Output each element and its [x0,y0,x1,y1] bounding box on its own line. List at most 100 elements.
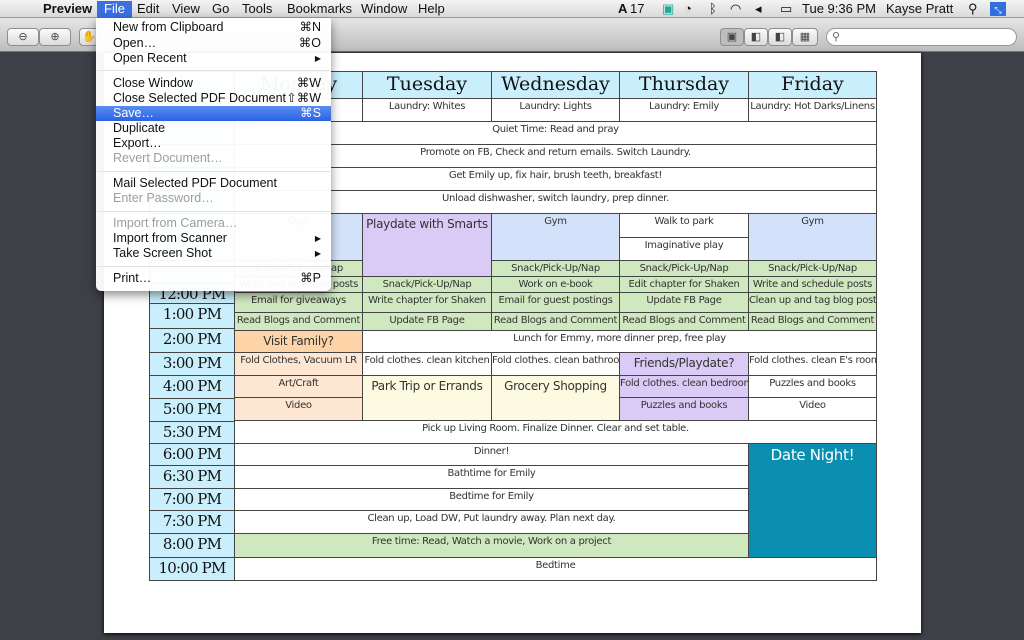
menu-item-save[interactable]: Save… ⌘S [96,106,331,121]
fri-video: Video [748,397,877,421]
menu-item-duplicate[interactable]: Duplicate [96,121,331,136]
menu-separator [97,70,330,71]
menu-item-label: Export… [113,136,162,150]
date-night: Date Night! [748,443,877,558]
menu-item-label: Open… [113,36,157,50]
laundry-friday: Laundry: Hot Darks/Linens [748,98,877,122]
zoom-out-button[interactable]: ⊖ [7,28,39,46]
view-contact-sheet-button[interactable]: ▦ [792,28,818,46]
menu-item-label: Close Window [113,76,193,90]
menu-item-export[interactable]: Export… [96,136,331,151]
menu-item-mail-selected-pdf-document[interactable]: Mail Selected PDF Document [96,176,331,191]
search-input[interactable]: ⚲ [826,28,1017,46]
menu-bookmarks[interactable]: Bookmarks [280,1,359,18]
menu-item-open[interactable]: Open… ⌘O [96,36,331,51]
menu-item-label: Mail Selected PDF Document [113,176,277,190]
search-icon: ⚲ [832,31,841,43]
thu-puzzles: Puzzles and books [619,397,749,421]
tue-park: Park Trip or Errands [362,375,492,421]
app-menu[interactable]: Preview [36,1,99,18]
view-thumbnails-button[interactable]: ◧ [744,28,768,46]
menu-item-import-from-scanner[interactable]: Import from Scanner ▶ [96,231,331,246]
menu-separator [97,266,330,267]
shortcut: ⌘S [300,106,321,120]
menu-item-label: Enter Password… [113,191,214,205]
submenu-arrow-icon: ▶ [314,249,321,258]
menu-separator [97,171,330,172]
menu-file[interactable]: File [97,1,132,18]
battery-icon[interactable]: ▭ [778,1,794,18]
fri-tag: Clean up and tag blog posts [748,292,877,313]
time-slot: 4:00 PM [149,375,235,399]
menu-item-revert-document[interactable]: Revert Document… [96,151,331,166]
wed-snack: Snack/Pick-Up/Nap [491,260,620,277]
mon-video: Video [234,397,363,421]
pickup: Pick up Living Room. Finalize Dinner. Cl… [234,420,877,444]
clock[interactable]: Tue 9:36 PM [800,1,878,18]
menu-tools[interactable]: Tools [235,1,279,18]
menu-view[interactable]: View [165,1,207,18]
time-slot: 3:00 PM [149,352,235,376]
laundry-wednesday: Laundry: Lights [491,98,620,122]
time-machine-icon[interactable]: ◔ [682,1,694,18]
calendar-app-icon[interactable]: ▣ [660,1,676,18]
menu-edit[interactable]: Edit [130,1,166,18]
menu-item-print[interactable]: Print… ⌘P [96,271,331,286]
volume-icon[interactable]: ◂ [753,1,764,18]
fri-snack: Snack/Pick-Up/Nap [748,260,877,277]
menu-item-label: Take Screen Shot [113,246,212,260]
menu-item-close-selected-pdf-document[interactable]: Close Selected PDF Document ⇧⌘W [96,91,331,106]
tue-playdate: Playdate with Smarts [362,213,492,277]
menu-go[interactable]: Go [205,1,236,18]
fri-gym: Gym [748,213,877,261]
menu-window[interactable]: Window [354,1,414,18]
view-content-only-button[interactable]: ▣ [720,28,744,46]
zoom-out-icon: ⊖ [18,31,28,43]
menu-item-enter-password[interactable]: Enter Password… [96,191,331,206]
time-slot: 7:00 PM [149,488,235,511]
menu-item-label: Close Selected PDF Document [113,91,286,105]
menu-item-label: Import from Camera… [113,216,238,230]
shortcut: ⌘P [300,271,321,285]
view-toc-button[interactable]: ◧ [768,28,792,46]
wed-gym: Gym [491,213,620,261]
time-slot: 1:00 PM [149,303,235,329]
day-header-thursday: Thursday [619,71,749,99]
zoom-in-button[interactable]: ⊕ [39,28,71,46]
time-slot: 2:00 PM [149,328,235,353]
day-header-tuesday: Tuesday [362,71,492,99]
menu-item-close-window[interactable]: Close Window ⌘W [96,76,331,91]
user-name[interactable]: Kayse Pratt [884,1,955,18]
day-header-wednesday: Wednesday [491,71,620,99]
tue-fold: Fold clothes. clean kitchen [362,352,492,376]
fullscreen-exit-icon[interactable]: ⤡ [990,2,1006,16]
menu-item-new-from-clipboard[interactable]: New from Clipboard ⌘N [96,20,331,35]
menu-item-import-from-camera[interactable]: Import from Camera… [96,216,331,231]
shortcut: ⌘W [296,76,321,90]
menu-help[interactable]: Help [411,1,452,18]
menu-item-take-screen-shot[interactable]: Take Screen Shot ▶ [96,246,331,261]
menu-item-label: Print… [113,271,152,285]
adobe-count: 17 [630,1,645,16]
lunch: Lunch for Emmy, more dinner prep, free p… [362,330,877,353]
thu-friends: Friends/Playdate? [619,352,749,376]
wed-read: Read Blogs and Comment [491,312,620,331]
bedtime-emily: Bedtime for Emily [234,488,749,511]
thu-fb: Update FB Page [619,292,749,313]
bluetooth-icon[interactable]: ᛒ [707,1,719,18]
wed-grocery: Grocery Shopping [491,375,620,421]
fri-read: Read Blogs and Comment [748,312,877,331]
shortcut: ⌘O [298,36,321,50]
spotlight-icon[interactable]: ⚲ [966,1,980,18]
mon-read: Read Blogs and Comment [234,312,363,331]
thu-walk: Walk to park [619,213,749,238]
menu-item-open-recent[interactable]: Open Recent ▶ [96,51,331,66]
free-time: Free time: Read, Watch a movie, Work on … [234,533,749,558]
thu-snack: Snack/Pick-Up/Nap [619,260,749,277]
wed-fold: Fold clothes. clean bathrooms [491,352,620,376]
shortcut: ⇧⌘W [286,91,321,105]
apple-menu-icon[interactable] [10,0,24,17]
mon-visit: Visit Family? [234,330,363,353]
bedtime: Bedtime [234,557,877,581]
wifi-icon[interactable]: ◠ [728,1,743,18]
